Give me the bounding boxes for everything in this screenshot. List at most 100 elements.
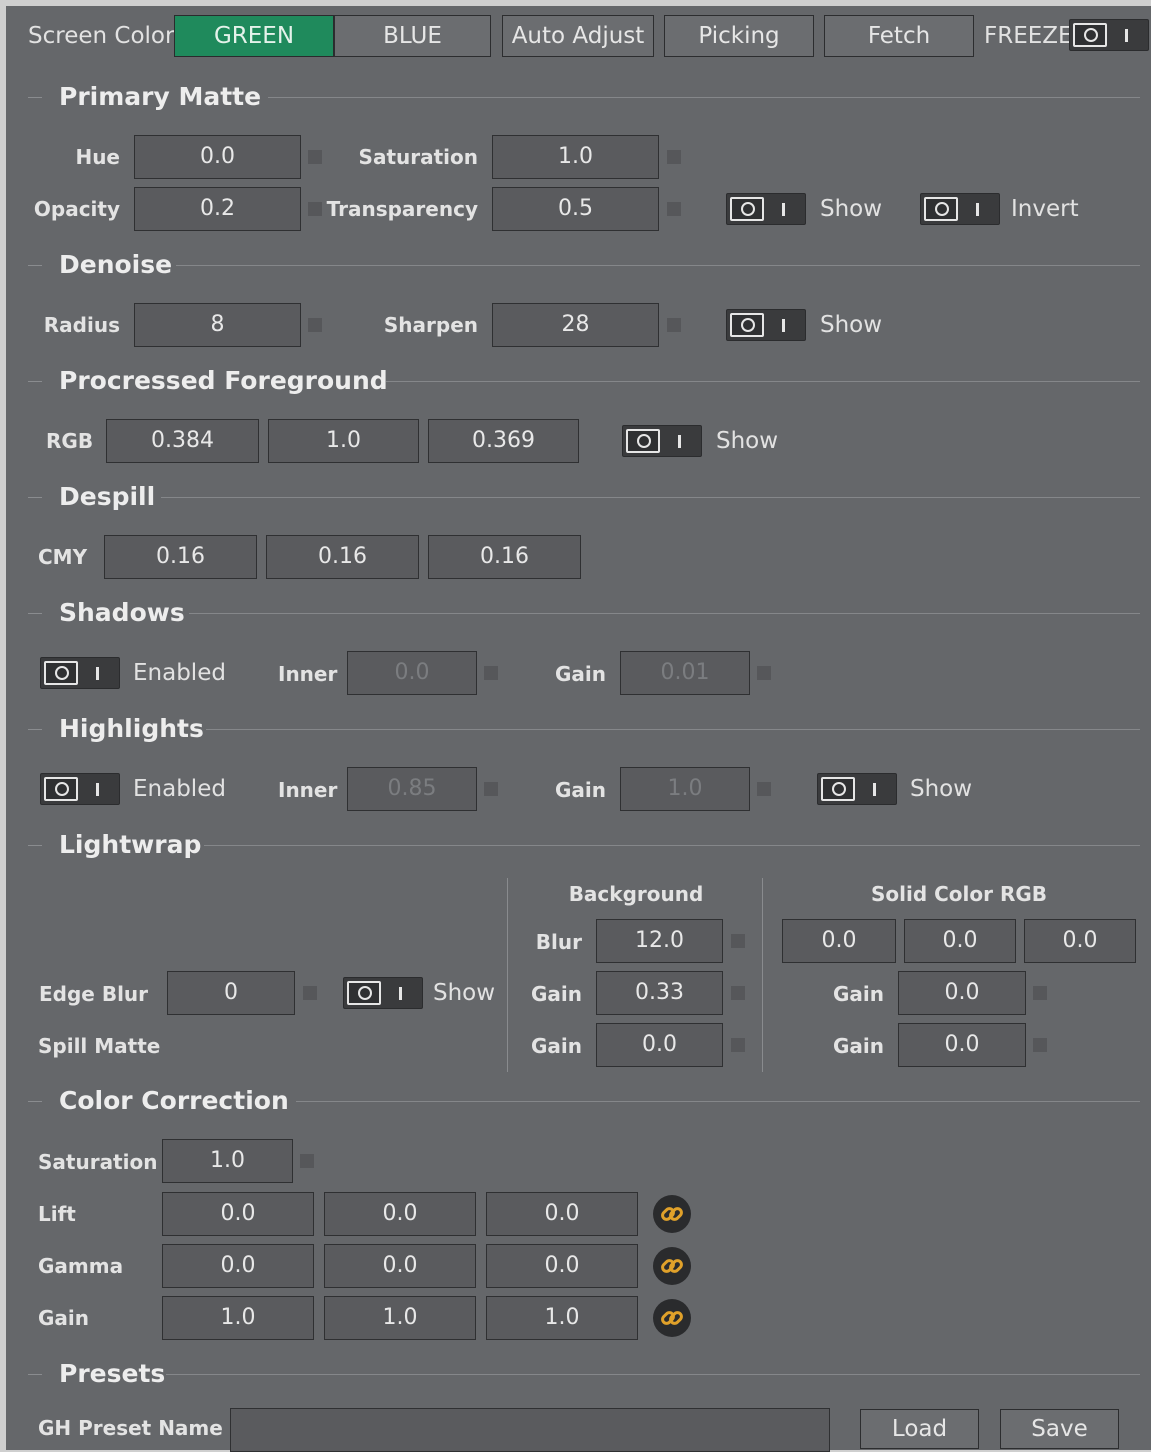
keyframe-icon[interactable] [484,666,498,680]
highlights-gain-field[interactable]: 1.0 [620,767,750,811]
preset-name-input[interactable] [230,1408,830,1452]
highlights-show-toggle[interactable] [817,773,897,805]
shadows-enabled-toggle[interactable] [40,657,120,689]
bg-gain-field-1[interactable]: 0.33 [596,971,723,1015]
gamma-link-icon[interactable] [653,1247,691,1285]
auto-adjust-button[interactable]: Auto Adjust [502,15,654,57]
gamma-r-field[interactable]: 0.0 [162,1244,314,1288]
keyframe-icon[interactable] [300,1154,314,1168]
keyframe-icon[interactable] [667,318,681,332]
shadows-gain-field[interactable]: 0.01 [620,651,750,695]
gain-r-field[interactable]: 1.0 [162,1296,314,1340]
invert-label: Invert [1011,196,1079,222]
shadows-gain-label: Gain [555,662,607,686]
foreground-show-toggle[interactable] [622,425,702,457]
toggle-off-icon [347,981,381,1005]
fetch-button[interactable]: Fetch [824,15,974,57]
keyframe-icon[interactable] [667,202,681,216]
load-button[interactable]: Load [860,1409,979,1449]
keyframe-icon[interactable] [484,782,498,796]
rgb-r-field[interactable]: 0.384 [106,419,259,463]
gamma-g-field[interactable]: 0.0 [324,1244,476,1288]
cmy-m-field[interactable]: 0.16 [266,535,419,579]
spill-matte-label: Spill Matte [38,1034,161,1058]
highlights-inner-field[interactable]: 0.85 [347,767,477,811]
freeze-toggle[interactable] [1069,19,1149,51]
gain-b-field[interactable]: 1.0 [486,1296,638,1340]
toggle-off-icon [626,429,660,453]
denoise-show-toggle[interactable] [726,309,806,341]
highlights-inner-label: Inner [278,778,338,802]
transparency-field[interactable]: 0.5 [492,187,659,231]
keyframe-icon[interactable] [303,986,317,1000]
gamma-b-field[interactable]: 0.0 [486,1244,638,1288]
picking-button[interactable]: Picking [664,15,814,57]
edge-blur-field[interactable]: 0 [167,971,295,1015]
rgb-g-field[interactable]: 1.0 [268,419,419,463]
lift-b-field[interactable]: 0.0 [486,1192,638,1236]
shadows-inner-label: Inner [278,662,338,686]
highlights-enabled-toggle[interactable] [40,773,120,805]
bg-gain-label-1: Gain [530,982,582,1006]
bg-gain-field-2[interactable]: 0.0 [596,1023,723,1067]
transparency-label: Transparency [326,197,478,221]
solid-r-field[interactable]: 0.0 [782,919,896,963]
shadows-title: Shadows [59,598,185,627]
keyframe-icon[interactable] [731,1038,745,1052]
shadows-inner-field[interactable]: 0.0 [347,651,477,695]
bg-blur-field[interactable]: 12.0 [596,919,723,963]
solid-b-field[interactable]: 0.0 [1024,919,1136,963]
rgb-b-field[interactable]: 0.369 [428,419,579,463]
keyframe-icon[interactable] [667,150,681,164]
shadows-enabled-label: Enabled [133,660,226,686]
saturation-field[interactable]: 1.0 [492,135,659,179]
lift-g-field[interactable]: 0.0 [324,1192,476,1236]
gain-link-icon[interactable] [653,1299,691,1337]
save-button[interactable]: Save [1000,1409,1119,1449]
primary-matte-title: Primary Matte [59,82,262,111]
highlights-show-label: Show [910,776,973,802]
keyframe-icon[interactable] [1033,986,1047,1000]
sharpen-field[interactable]: 28 [492,303,659,347]
cc-saturation-field[interactable]: 1.0 [162,1139,293,1183]
hue-field[interactable]: 0.0 [134,135,301,179]
lift-r-field[interactable]: 0.0 [162,1192,314,1236]
denoise-show-label: Show [820,312,883,338]
solid-g-field[interactable]: 0.0 [904,919,1016,963]
primary-show-toggle[interactable] [726,193,806,225]
bg-gain-label-2: Gain [530,1034,582,1058]
toggle-off-icon [44,777,78,801]
despill-title: Despill [59,482,156,511]
opacity-field[interactable]: 0.2 [134,187,301,231]
lift-link-icon[interactable] [653,1195,691,1233]
highlights-gain-label: Gain [555,778,607,802]
keyframe-icon[interactable] [757,782,771,796]
invert-toggle[interactable] [920,193,1000,225]
keyframe-icon[interactable] [1033,1038,1047,1052]
screen-color-blue-button[interactable]: BLUE [334,15,491,57]
background-header: Background [568,882,704,906]
toggle-off-icon [730,197,764,221]
keyframe-icon[interactable] [757,666,771,680]
cc-gain-label: Gain [38,1306,90,1330]
cmy-y-field[interactable]: 0.16 [428,535,581,579]
cmy-c-field[interactable]: 0.16 [104,535,257,579]
radius-field[interactable]: 8 [134,303,301,347]
keyframe-icon[interactable] [731,934,745,948]
foreground-show-label: Show [716,428,779,454]
primary-show-label: Show [820,196,883,222]
screen-color-label: Screen Color [28,23,175,49]
lightwrap-show-toggle[interactable] [343,977,423,1009]
solid-gain-field-1[interactable]: 0.0 [898,971,1026,1015]
bg-blur-label: Blur [535,930,582,954]
presets-title: Presets [59,1359,166,1388]
solid-gain-field-2[interactable]: 0.0 [898,1023,1026,1067]
keyframe-icon[interactable] [731,986,745,1000]
keyframe-icon[interactable] [308,318,322,332]
sharpen-label: Sharpen [383,313,478,337]
keyframe-icon[interactable] [308,150,322,164]
gain-g-field[interactable]: 1.0 [324,1296,476,1340]
radius-label: Radius [43,313,120,337]
preset-name-label: GH Preset Name [38,1416,223,1440]
screen-color-green-button[interactable]: GREEN [174,15,334,57]
